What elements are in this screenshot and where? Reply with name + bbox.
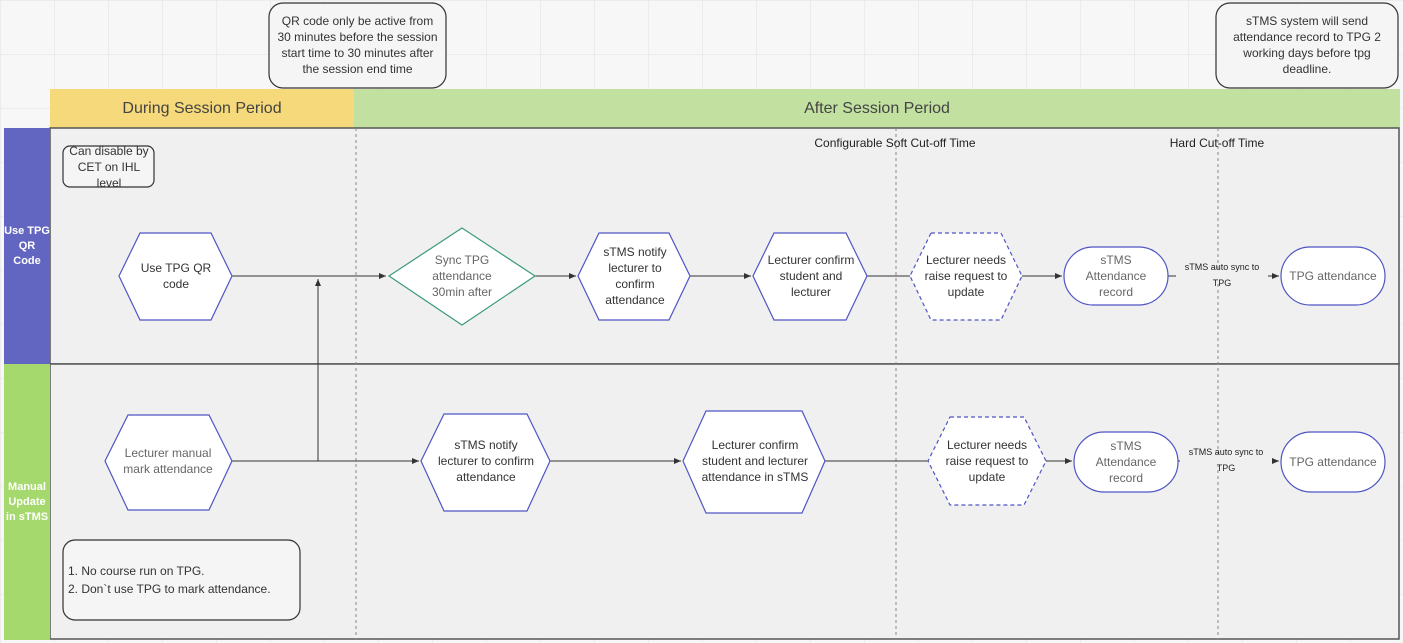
node-sync-label: Sync TPG attendance 30min after (431, 253, 493, 299)
node-manual-notify-label: sTMS notify lecturer to confirm attendan… (437, 438, 535, 484)
edge-auto-sync-label: sTMS auto sync to TPG (1176, 262, 1268, 288)
node-qr-record-label: sTMS Attendance record (1085, 253, 1147, 299)
node-manual-confirm-label: Lecturer confirm student and lecturer at… (701, 438, 809, 484)
lane-qr-label: Use TPG QR Code (4, 224, 50, 267)
note-no-course-text: 1. No course run on TPG. 2. Don`t use TP… (68, 562, 271, 598)
lane-qr-content (49, 127, 1400, 365)
note-line: 2. Don`t use TPG to mark attendance. (68, 582, 271, 596)
hard-cutoff-label: Hard Cut-off Time (1169, 136, 1265, 150)
node-qr-raise-label: Lecturer needs raise request to update (924, 253, 1008, 299)
node-manual-record-label: sTMS Attendance record (1095, 439, 1157, 485)
lane-manual-label: Manual Update in sTMS (5, 480, 49, 523)
edge-auto-sync-label: sTMS auto sync to TPG (1180, 447, 1272, 473)
node-use-qr-label: Use TPG QR code (140, 261, 212, 291)
soft-cutoff-label: Configurable Soft Cut-off Time (814, 136, 976, 150)
node-qr-notify-label: sTMS notify lecturer to confirm attendan… (603, 245, 667, 307)
node-manual-tpg-label: TPG attendance (1289, 455, 1377, 469)
note-can-disable-text: Can disable by CET on IHL level (69, 143, 149, 190)
period-after-label: After Session Period (804, 99, 950, 117)
period-during-label: During Session Period (122, 99, 282, 117)
node-manual-raise-label: Lecturer needs raise request to update (945, 438, 1029, 484)
note-line: 1. No course run on TPG. (68, 564, 205, 578)
node-manual-mark-label: Lecturer manual mark attendance (123, 446, 213, 476)
note-stms-send-text: sTMS system will send attendance record … (1233, 14, 1381, 76)
node-qr-confirm-label: Lecturer confirm student and lecturer (767, 253, 855, 299)
note-qr-active-text: QR code only be active from 30 minutes b… (277, 14, 438, 76)
node-qr-tpg-label: TPG attendance (1289, 269, 1377, 283)
